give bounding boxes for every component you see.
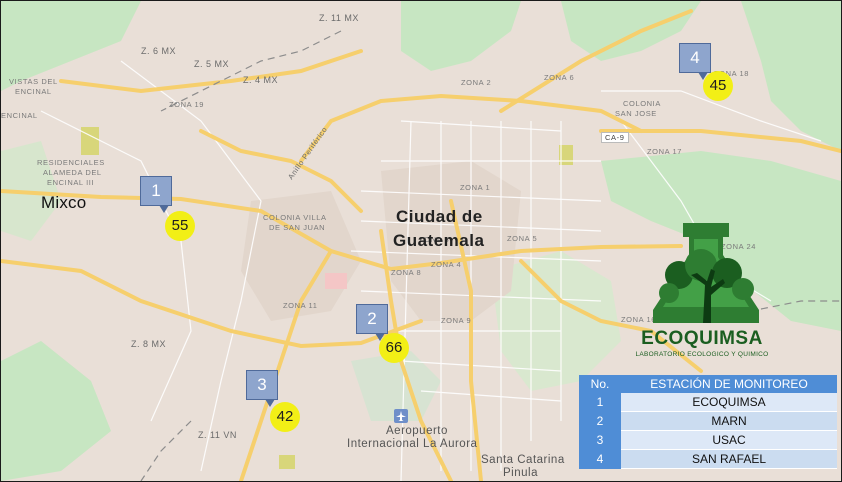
place-encinal: ENCINAL [1, 111, 38, 120]
zone-label-zona4: ZONA 4 [431, 260, 462, 269]
zone-label-zona1: ZONA 1 [460, 183, 491, 192]
place-colonia-sanjose-l2: SAN JOSE [615, 109, 657, 118]
place-vistas-l1: VISTAS DEL [9, 77, 58, 86]
place-residenciales-l3: ENCINAL III [47, 178, 95, 187]
zone-label-zona8: ZONA 8 [391, 268, 422, 277]
legend-row: 2 MARN [579, 411, 837, 431]
zone-label-zona11: ZONA 11 [283, 301, 318, 310]
legend-row-no: 4 [579, 449, 621, 469]
place-mixco[interactable]: Mixco [41, 193, 86, 213]
station-aq-value-3[interactable]: 42 [270, 402, 300, 432]
airport-icon [394, 409, 408, 423]
legend-row-no: 2 [579, 411, 621, 431]
place-residenciales-l2: ALAMEDA DEL [43, 168, 102, 177]
legend-row-name: ECOQUIMSA [621, 393, 837, 412]
legend-row-name: SAN RAFAEL [621, 449, 837, 469]
station-aq-value-4[interactable]: 45 [703, 71, 733, 101]
place-residenciales-l1: RESIDENCIALES [37, 158, 105, 167]
logo-subtitle: LABORATORIO ECOLOGICO Y QUIMICO [635, 351, 769, 358]
legend-header-no: No. [579, 375, 621, 393]
station-marker-1-tail [159, 205, 169, 213]
zone-label-zona19: ZONA 19 [169, 100, 205, 109]
station-aq-value-2[interactable]: 66 [379, 333, 409, 363]
legend-row-name: MARN [621, 411, 837, 431]
legend-row: 3 USAC [579, 430, 837, 450]
zone-label-zona6: ZONA 6 [544, 73, 575, 82]
place-santa-catarina-l2: Pinula [503, 467, 538, 479]
legend-row-no: 3 [579, 430, 621, 450]
zone-label-z11vn: Z. 11 VN [198, 430, 237, 440]
place-santa-catarina-l1: Santa Catarina [481, 454, 565, 466]
zone-label-zona9: ZONA 9 [441, 316, 472, 325]
legend-table: No. ESTACIÓN DE MONITOREO 1 ECOQUIMSA 2 … [579, 375, 837, 469]
legend-row-no: 1 [579, 393, 621, 412]
place-colonia-sanjose-l1: COLONIA [623, 99, 661, 108]
station-marker-3[interactable]: 3 [246, 370, 278, 400]
place-vistas-l2: ENCINAL [15, 87, 52, 96]
zone-label-z8mx: Z. 8 MX [131, 339, 167, 349]
legend-row: 1 ECOQUIMSA [579, 393, 837, 412]
city-label-line2[interactable]: Guatemala [393, 231, 484, 251]
place-colonia-villa-l2: DE SAN JUAN [269, 223, 326, 232]
road-label-ca9: CA-9 [601, 132, 629, 143]
station-aq-value-1[interactable]: 55 [165, 211, 195, 241]
legend-header-name: ESTACIÓN DE MONITOREO [621, 375, 837, 393]
legend-row: 4 SAN RAFAEL [579, 449, 837, 469]
zone-label-z5mx: Z. 5 MX [194, 59, 230, 69]
map-frame: Z. 11 MX Z. 6 MX Z. 5 MX Z. 4 MX ZONA 19… [0, 0, 842, 482]
place-colonia-villa-l1: COLONIA VILLA [263, 213, 327, 222]
zone-label-z4mx: Z. 4 MX [243, 75, 279, 85]
station-marker-1[interactable]: 1 [140, 176, 172, 206]
zone-label-zona2: ZONA 2 [461, 78, 492, 87]
zone-label-z11mx: Z. 11 MX [319, 13, 359, 23]
legend-row-name: USAC [621, 430, 837, 450]
zone-label-zona17: ZONA 17 [647, 147, 683, 156]
place-aeropuerto-l1: Aeropuerto [386, 425, 448, 437]
station-marker-4[interactable]: 4 [679, 43, 711, 73]
zone-label-z6mx: Z. 6 MX [141, 46, 177, 56]
zone-label-zona5: ZONA 5 [507, 234, 538, 243]
station-marker-2[interactable]: 2 [356, 304, 388, 334]
place-aeropuerto-l2: Internacional La Aurora [347, 438, 478, 450]
city-label-line1[interactable]: Ciudad de [396, 207, 483, 227]
logo-name: ECOQUIMSA [641, 328, 763, 349]
